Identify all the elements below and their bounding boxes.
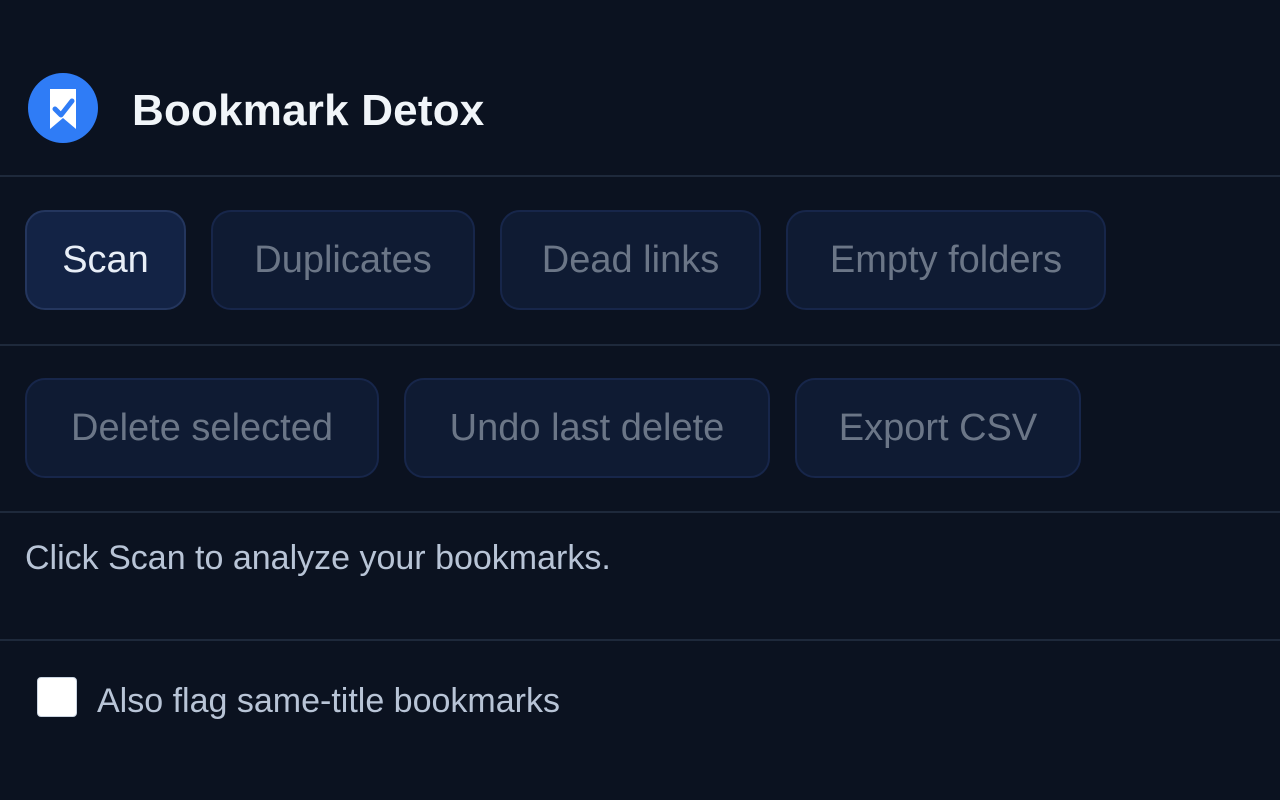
- action-bar: Delete selected Undo last delete Export …: [0, 346, 1280, 513]
- same-title-checkbox[interactable]: [37, 677, 77, 717]
- tab-scan[interactable]: Scan: [25, 210, 186, 310]
- tab-duplicates[interactable]: Duplicates: [211, 210, 475, 310]
- bookmark-check-icon: [50, 89, 76, 129]
- delete-selected-button[interactable]: Delete selected: [25, 378, 379, 478]
- status-area: Click Scan to analyze your bookmarks.: [0, 513, 1280, 641]
- header: Bookmark Detox: [0, 0, 1280, 177]
- export-csv-button[interactable]: Export CSV: [795, 378, 1081, 478]
- extension-popup: Bookmark Detox Scan Duplicates Dead link…: [0, 0, 1280, 800]
- undo-last-delete-button[interactable]: Undo last delete: [404, 378, 770, 478]
- same-title-label[interactable]: Also flag same-title bookmarks: [97, 682, 560, 721]
- tab-bar: Scan Duplicates Dead links Empty folders: [0, 177, 1280, 346]
- tab-empty-folders[interactable]: Empty folders: [786, 210, 1106, 310]
- status-message: Click Scan to analyze your bookmarks.: [25, 539, 611, 577]
- tab-dead-links[interactable]: Dead links: [500, 210, 761, 310]
- app-title: Bookmark Detox: [132, 86, 485, 135]
- app-logo: [28, 73, 98, 143]
- options-area: Also flag same-title bookmarks: [0, 641, 1280, 800]
